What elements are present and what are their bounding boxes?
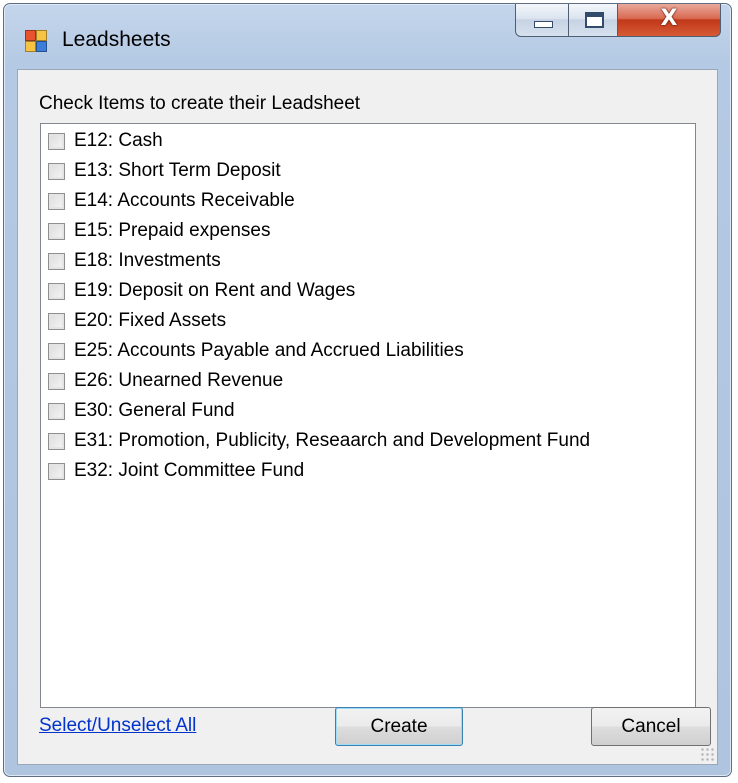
item-label: E26: Unearned Revenue: [74, 370, 284, 391]
list-item[interactable]: E18: Investments: [48, 246, 221, 276]
item-checkbox[interactable]: [48, 372, 65, 390]
maximize-button[interactable]: [568, 4, 618, 37]
item-label: E15: Prepaid expenses: [74, 220, 271, 241]
close-icon: X: [660, 6, 678, 31]
item-checkbox[interactable]: [48, 192, 65, 210]
item-checkbox[interactable]: [48, 402, 65, 420]
list-item[interactable]: E12: Cash: [48, 126, 163, 156]
item-label: E20: Fixed Assets: [74, 310, 227, 331]
item-label: E25: Accounts Payable and Accrued Liabil…: [74, 340, 464, 361]
item-label: E32: Joint Committee Fund: [74, 460, 305, 481]
item-checkbox[interactable]: [48, 282, 65, 300]
create-button[interactable]: Create: [335, 707, 463, 746]
item-label: E19: Deposit on Rent and Wages: [74, 280, 356, 301]
list-item[interactable]: E15: Prepaid expenses: [48, 216, 270, 246]
item-checkbox[interactable]: [48, 432, 65, 450]
list-item[interactable]: E14: Accounts Receivable: [48, 186, 295, 216]
window-title: Leadsheets: [62, 28, 171, 51]
list-item[interactable]: E25: Accounts Payable and Accrued Liabil…: [48, 336, 464, 366]
leadsheets-window: Leadsheets X Check Items to create their…: [3, 3, 732, 777]
item-checkbox[interactable]: [48, 222, 65, 240]
dialog-body: Check Items to create their Leadsheet E1…: [17, 69, 718, 765]
leadsheet-checklist[interactable]: E12: Cash E13: Short Term Deposit E14: A…: [40, 123, 696, 708]
list-item[interactable]: E31: Promotion, Publicity, Reseaarch and…: [48, 426, 590, 456]
resize-grip-icon[interactable]: [700, 747, 714, 761]
item-label: E31: Promotion, Publicity, Reseaarch and…: [74, 430, 591, 451]
minimize-icon: [534, 21, 553, 28]
list-item[interactable]: E13: Short Term Deposit: [48, 156, 281, 186]
list-item[interactable]: E20: Fixed Assets: [48, 306, 226, 336]
item-checkbox[interactable]: [48, 462, 65, 480]
app-icon[interactable]: [25, 30, 47, 52]
select-unselect-all-link[interactable]: Select/Unselect All: [39, 715, 196, 737]
item-label: E12: Cash: [74, 130, 163, 151]
title-bar[interactable]: Leadsheets X: [4, 4, 731, 68]
item-checkbox[interactable]: [48, 342, 65, 360]
item-checkbox[interactable]: [48, 252, 65, 270]
close-button[interactable]: X: [617, 4, 721, 37]
item-label: E14: Accounts Receivable: [74, 190, 295, 211]
item-checkbox[interactable]: [48, 312, 65, 330]
item-checkbox[interactable]: [48, 162, 65, 180]
item-label: E13: Short Term Deposit: [74, 160, 281, 181]
list-item[interactable]: E30: General Fund: [48, 396, 235, 426]
list-item[interactable]: E19: Deposit on Rent and Wages: [48, 276, 355, 306]
item-label: E18: Investments: [74, 250, 221, 271]
minimize-button[interactable]: [515, 4, 569, 37]
item-checkbox[interactable]: [48, 132, 65, 150]
list-item[interactable]: E32: Joint Committee Fund: [48, 456, 304, 486]
list-item[interactable]: E26: Unearned Revenue: [48, 366, 283, 396]
instruction-label: Check Items to create their Leadsheet: [39, 93, 361, 114]
cancel-button[interactable]: Cancel: [591, 707, 711, 746]
maximize-icon: [585, 12, 604, 28]
item-label: E30: General Fund: [74, 400, 235, 421]
